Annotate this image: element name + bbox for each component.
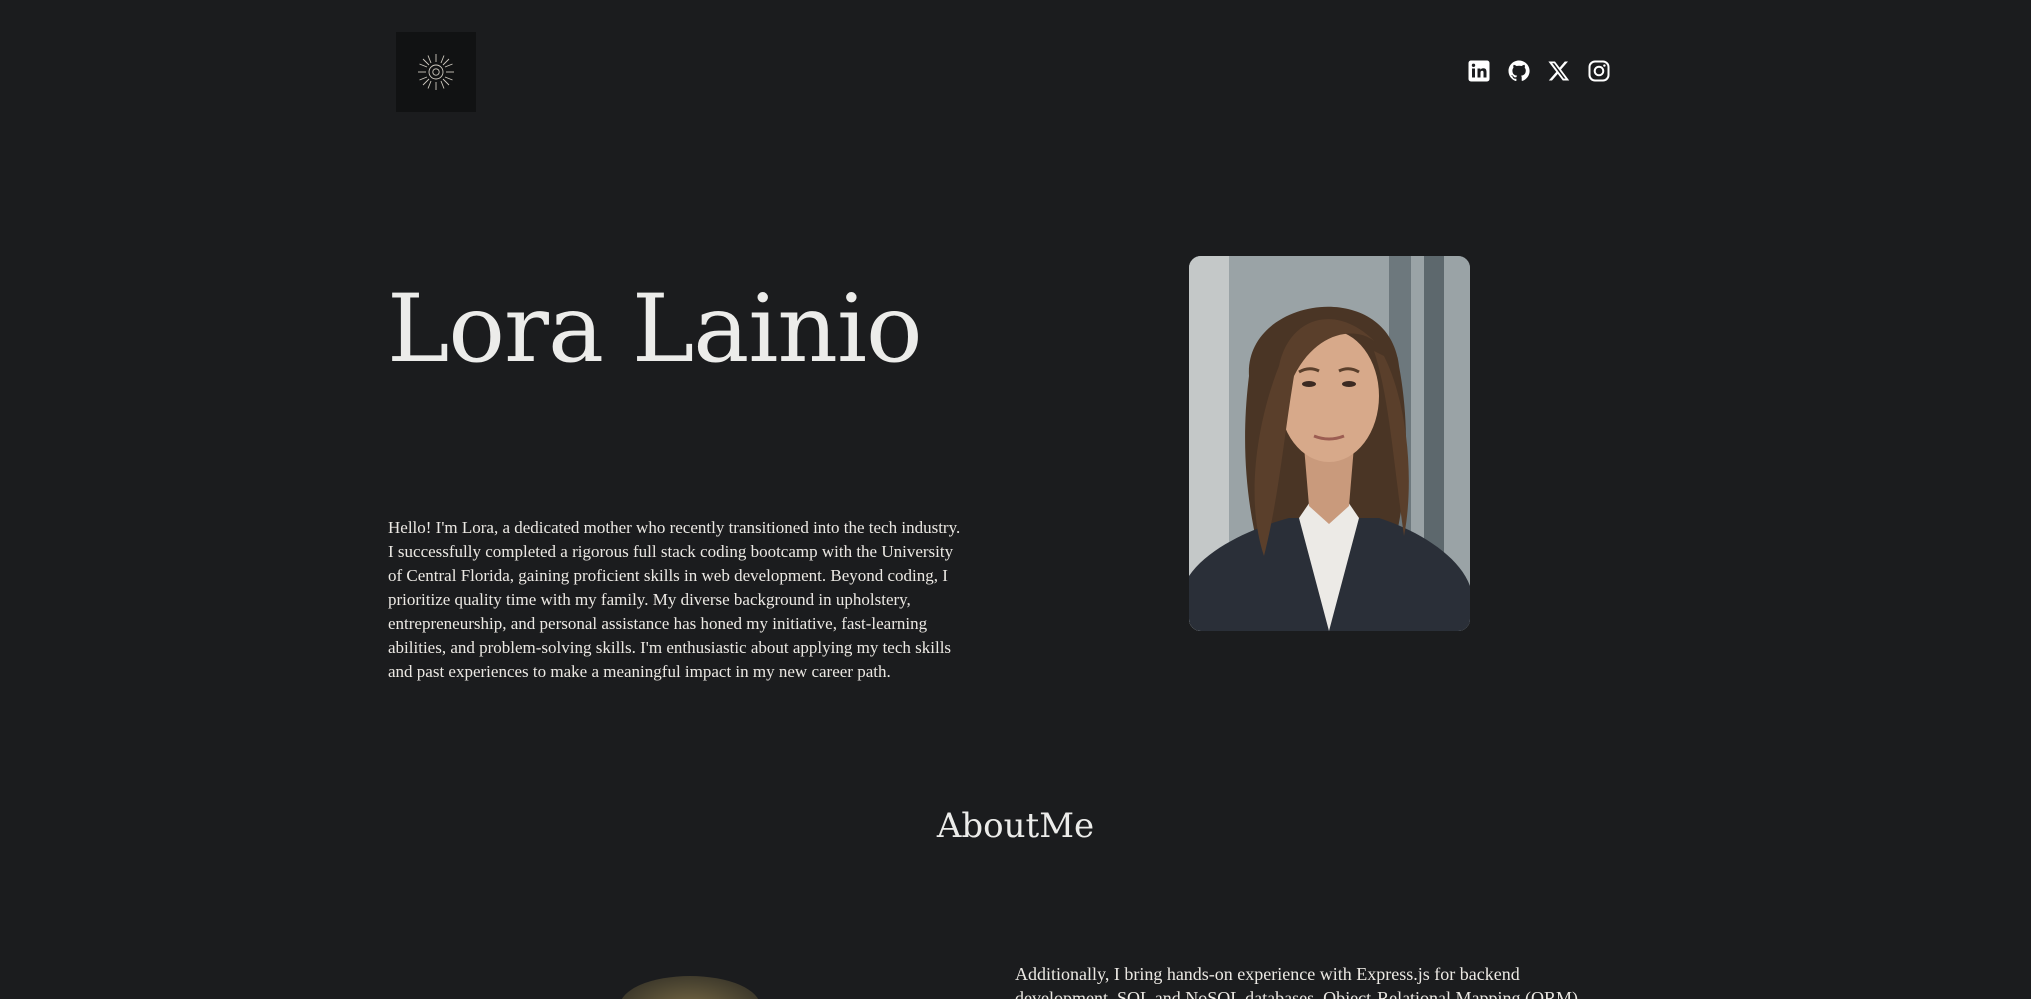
sun-emblem-icon (418, 54, 454, 90)
github-icon (1508, 60, 1530, 82)
hero-name: Lora Lainio (387, 275, 923, 384)
x-icon (1548, 61, 1570, 81)
linkedin-icon (1468, 60, 1490, 82)
logo-link[interactable] (396, 32, 476, 112)
instagram-link[interactable] (1586, 58, 1612, 84)
about-text: Additionally, I bring hands-on experienc… (1015, 964, 1579, 999)
social-links (1466, 58, 1612, 84)
about-image (620, 976, 760, 999)
portfolio-page: Lora Lainio Hello! I'm Lora, a dedicated… (0, 0, 2031, 999)
instagram-icon (1588, 60, 1610, 82)
github-link[interactable] (1506, 58, 1532, 84)
linkedin-link[interactable] (1466, 58, 1492, 84)
about-title: AboutMe (936, 806, 1095, 846)
hero-bio: Hello! I'm Lora, a dedicated mother who … (388, 518, 961, 681)
x-link[interactable] (1546, 58, 1572, 84)
portrait-image (1189, 256, 1470, 631)
profile-portrait (1189, 256, 1470, 631)
